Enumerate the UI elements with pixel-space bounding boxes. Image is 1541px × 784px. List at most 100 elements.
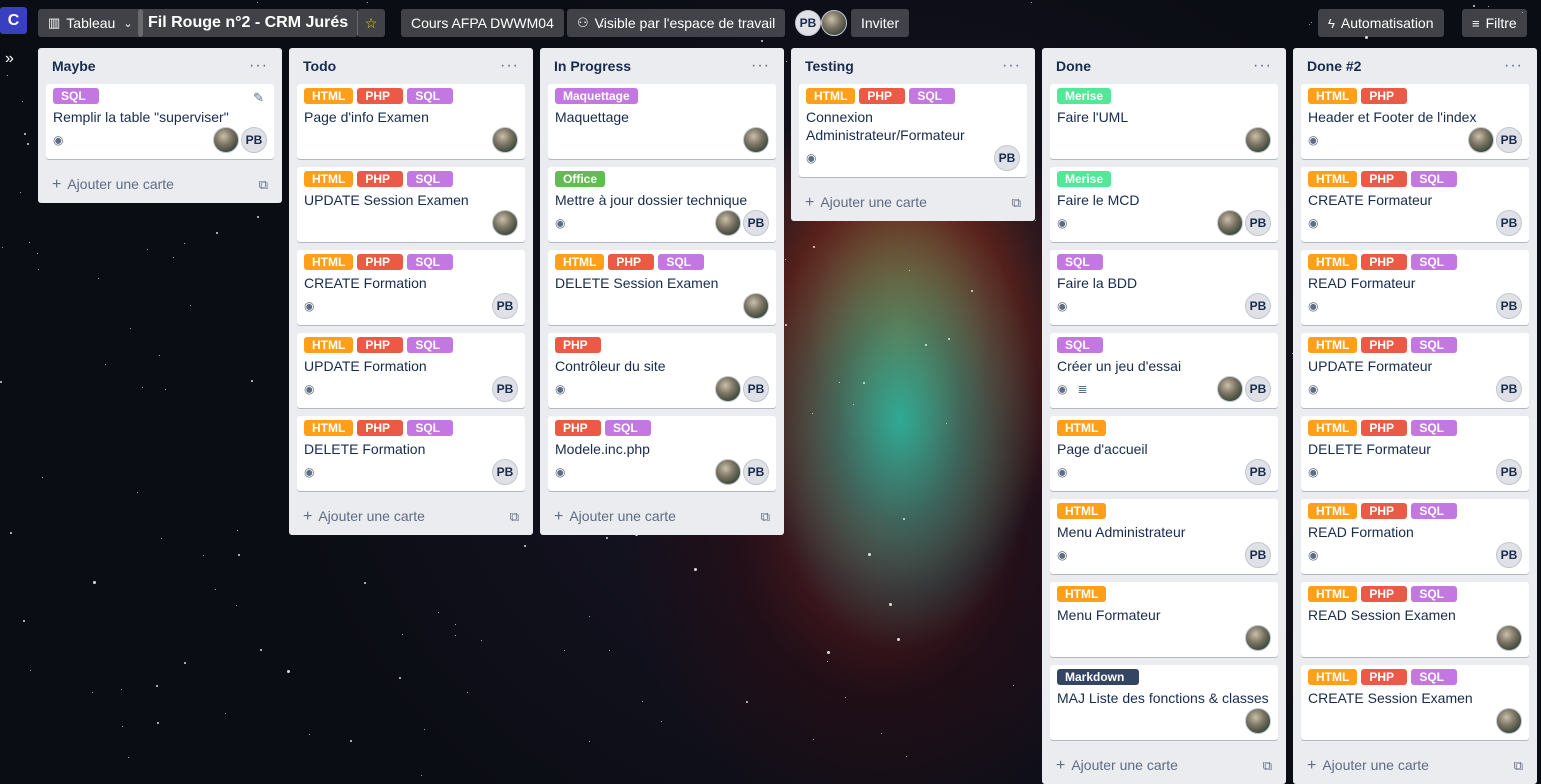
star-icon[interactable]: ☆ <box>357 9 385 37</box>
card[interactable]: HTML Menu Administrateur ◉ PB <box>1050 499 1278 574</box>
member-avatar[interactable]: PB <box>492 293 518 319</box>
workspace-button[interactable]: Cours AFPA DWWM04 <box>401 9 564 37</box>
card-label[interactable]: SQL <box>1411 171 1458 187</box>
card-label[interactable]: PHP <box>1361 420 1408 436</box>
list-menu-icon[interactable]: ··· <box>751 57 770 75</box>
card-label[interactable]: HTML <box>1308 586 1358 602</box>
member-avatar[interactable]: PB <box>743 376 769 402</box>
card-label[interactable]: PHP <box>357 171 404 187</box>
card[interactable]: HTML PHP SQL READ Formateur ◉ PB <box>1301 250 1529 325</box>
card-label[interactable]: PHP <box>1361 586 1408 602</box>
card[interactable]: Office Mettre à jour dossier technique ◉ PB <box>548 167 776 242</box>
card-label[interactable]: HTML <box>1308 337 1358 353</box>
member-avatar-photo[interactable] <box>715 210 741 236</box>
board-title[interactable]: Fil Rouge n°2 - CRM Jurés <box>138 9 359 37</box>
member-avatar[interactable]: PB <box>795 10 821 36</box>
expand-sidebar-icon[interactable]: » <box>5 50 14 68</box>
member-avatar-photo[interactable] <box>1496 625 1522 651</box>
card-label[interactable]: HTML <box>304 420 354 436</box>
list-menu-icon[interactable]: ··· <box>1253 57 1272 75</box>
card-label[interactable]: PHP <box>357 254 404 270</box>
card-label[interactable]: PHP <box>1361 171 1408 187</box>
template-icon[interactable]: ⧉ <box>510 509 519 525</box>
member-avatar-photo[interactable] <box>1217 376 1243 402</box>
card-label[interactable]: HTML <box>1308 669 1358 685</box>
card[interactable]: Merise Faire le MCD ◉ PB <box>1050 167 1278 242</box>
list-title[interactable]: Todo <box>303 58 336 74</box>
member-avatar-photo[interactable] <box>821 10 847 36</box>
member-avatar[interactable]: PB <box>1496 293 1522 319</box>
invite-button[interactable]: Inviter <box>851 9 910 37</box>
member-avatar[interactable]: PB <box>1245 459 1271 485</box>
card-label[interactable]: HTML <box>1308 503 1358 519</box>
card[interactable]: HTML PHP SQL UPDATE Formateur ◉ PB <box>1301 333 1529 408</box>
member-avatar-photo[interactable] <box>213 127 239 153</box>
list-menu-icon[interactable]: ··· <box>500 57 519 75</box>
card[interactable]: HTML PHP SQL DELETE Formateur ◉ PB <box>1301 416 1529 491</box>
card-label[interactable]: Maquettage <box>555 88 638 104</box>
member-avatar[interactable]: PB <box>1245 210 1271 236</box>
card[interactable]: HTML Menu Formateur <box>1050 582 1278 657</box>
member-avatar-photo[interactable] <box>715 376 741 402</box>
card-label[interactable]: SQL <box>407 171 454 187</box>
card-label[interactable]: PHP <box>1361 669 1408 685</box>
card[interactable]: HTML PHP SQL UPDATE Session Examen <box>297 167 525 242</box>
member-avatar-photo[interactable] <box>1245 127 1271 153</box>
member-avatar[interactable]: PB <box>1496 376 1522 402</box>
card-label[interactable]: HTML <box>806 88 856 104</box>
member-avatar-photo[interactable] <box>1468 127 1494 153</box>
card[interactable]: HTML PHP SQL Page d'info Examen <box>297 84 525 159</box>
list-menu-icon[interactable]: ··· <box>1002 57 1021 75</box>
card-label[interactable]: SQL <box>407 337 454 353</box>
card-label[interactable]: HTML <box>304 254 354 270</box>
card[interactable]: HTML PHP SQL CREATE Session Examen <box>1301 665 1529 740</box>
card-label[interactable]: HTML <box>1057 503 1107 519</box>
card-label[interactable]: PHP <box>357 420 404 436</box>
card-label[interactable]: PHP <box>859 88 906 104</box>
list-menu-icon[interactable]: ··· <box>249 57 268 75</box>
card-label[interactable]: SQL <box>1057 337 1103 353</box>
list-menu-icon[interactable]: ··· <box>1504 57 1523 75</box>
card[interactable]: HTML PHP Header et Footer de l'index ◉ PB <box>1301 84 1529 159</box>
card-label[interactable]: SQL <box>407 88 454 104</box>
card-label[interactable]: Merise <box>1057 88 1112 104</box>
member-avatar-photo[interactable] <box>743 127 769 153</box>
card[interactable]: HTML PHP SQL DELETE Session Examen <box>548 250 776 325</box>
add-card-button[interactable]: + Ajouter une carte ⧉ <box>1301 748 1529 784</box>
card[interactable]: Markdown MAJ Liste des fonctions & classe… <box>1050 665 1278 740</box>
member-avatar[interactable]: PB <box>1245 542 1271 568</box>
card[interactable]: HTML PHP SQL Connexion Administrateur/Forma… <box>799 84 1027 177</box>
member-avatar-photo[interactable] <box>1217 210 1243 236</box>
card-label[interactable]: SQL <box>605 420 651 436</box>
edit-card-icon[interactable]: ✎ <box>253 90 264 106</box>
card-label[interactable]: HTML <box>304 337 354 353</box>
add-card-button[interactable]: + Ajouter une carte ⧉ <box>548 499 776 535</box>
card-label[interactable]: SQL <box>1411 503 1458 519</box>
card-label[interactable]: SQL <box>1411 420 1458 436</box>
member-avatar-photo[interactable] <box>715 459 741 485</box>
card[interactable]: SQL Créer un jeu d'essai ◉ ≣ PB <box>1050 333 1278 408</box>
template-icon[interactable]: ⧉ <box>1514 758 1523 774</box>
card-label[interactable]: HTML <box>304 171 354 187</box>
card-label[interactable]: HTML <box>1057 586 1107 602</box>
member-avatar[interactable]: PB <box>492 459 518 485</box>
card-label[interactable]: Office <box>555 171 606 187</box>
card-label[interactable]: PHP <box>1361 88 1408 104</box>
card-label[interactable]: SQL <box>1057 254 1103 270</box>
card-label[interactable]: PHP <box>1361 503 1408 519</box>
card-label[interactable]: SQL <box>658 254 705 270</box>
filter-button[interactable]: ≡ Filtre <box>1462 9 1527 37</box>
member-avatar-photo[interactable] <box>1496 708 1522 734</box>
member-avatar-photo[interactable] <box>492 127 518 153</box>
member-avatar[interactable]: PB <box>1496 542 1522 568</box>
app-logo[interactable]: C <box>0 7 27 34</box>
member-avatar-photo[interactable] <box>492 210 518 236</box>
list-title[interactable]: In Progress <box>554 58 631 74</box>
member-avatar-photo[interactable] <box>1245 625 1271 651</box>
card-label[interactable]: SQL <box>1411 586 1458 602</box>
template-icon[interactable]: ⧉ <box>259 177 268 193</box>
add-card-button[interactable]: + Ajouter une carte ⧉ <box>297 499 525 535</box>
card-label[interactable]: HTML <box>304 88 354 104</box>
card[interactable]: PHP SQL Modele.inc.php ◉ PB <box>548 416 776 491</box>
card[interactable]: SQL Remplir la table "superviser" ✎ ◉ PB <box>46 84 274 159</box>
